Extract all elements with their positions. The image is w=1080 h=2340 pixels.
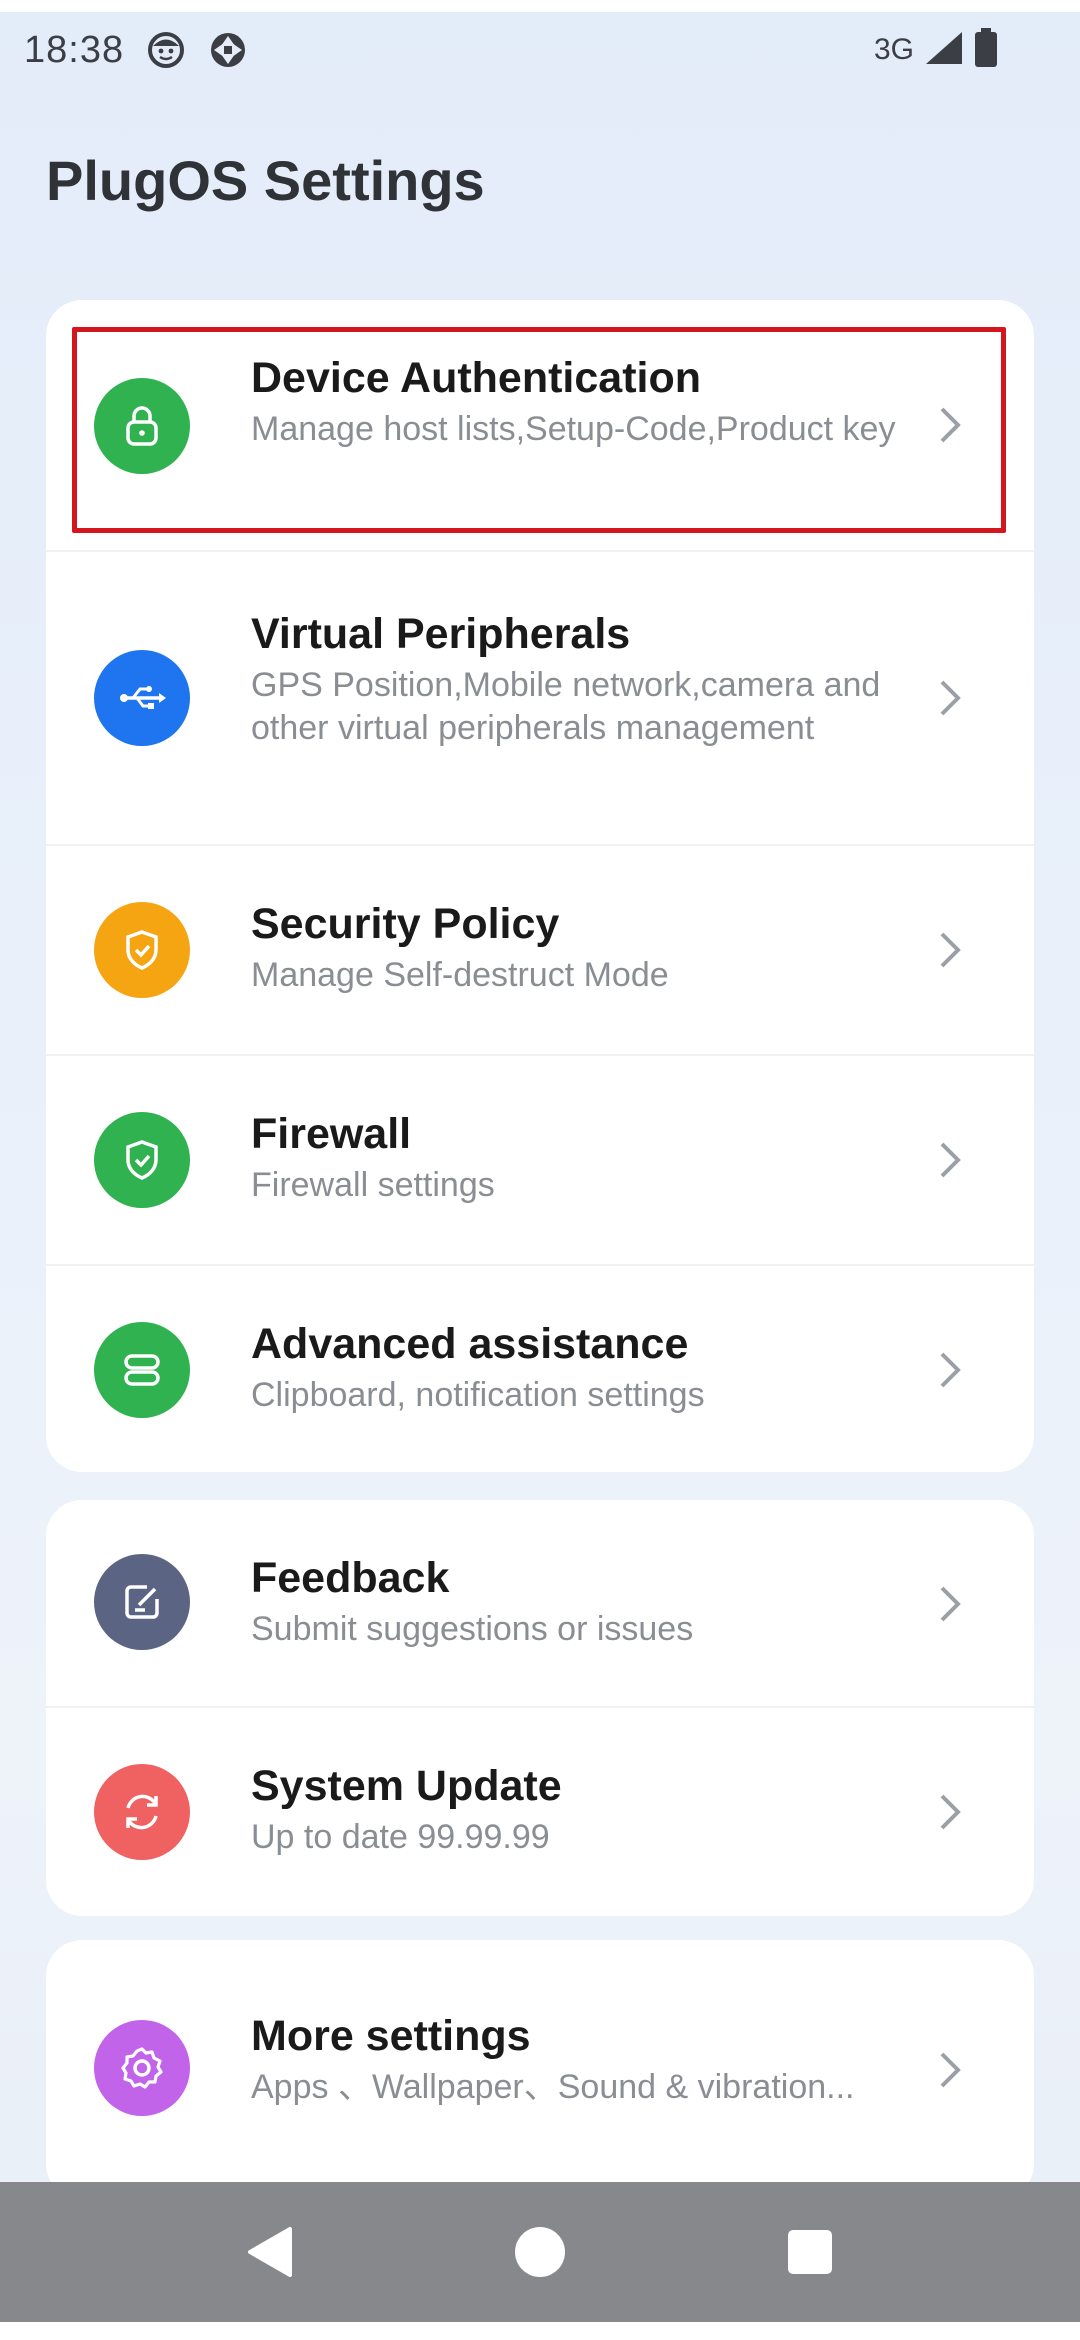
home-icon	[515, 2227, 565, 2277]
item-title: System Update	[251, 1762, 562, 1810]
shield-check-icon	[94, 1112, 190, 1208]
gear-icon	[94, 2020, 190, 2116]
more-settings-item[interactable]: More settings Apps 、Wallpaper、Sound & vi…	[46, 1940, 1034, 2200]
item-title: More settings	[251, 2012, 531, 2060]
system-update-item[interactable]: System Update Up to date 99.99.99	[46, 1708, 1034, 1916]
network-type: 3G	[873, 33, 914, 66]
item-subtitle: Firewall settings	[251, 1166, 495, 1204]
chevron-right-icon	[940, 407, 961, 443]
item-title: Device Authentication	[251, 354, 701, 402]
firewall-item[interactable]: Firewall Firewall settings	[46, 1056, 1034, 1264]
item-subtitle: Manage Self-destruct Mode	[251, 956, 669, 994]
chevron-right-icon	[940, 1352, 961, 1388]
chevron-right-icon	[940, 2052, 961, 2088]
status-bar: 18:38 3G	[0, 12, 1080, 88]
item-title: Advanced assistance	[251, 1320, 689, 1368]
item-subtitle: Submit suggestions or issues	[251, 1610, 694, 1648]
face-notification-icon	[146, 30, 186, 70]
chevron-right-icon	[940, 932, 961, 968]
item-subtitle: Clipboard, notification settings	[251, 1376, 705, 1414]
status-time: 18:38	[24, 28, 125, 71]
back-button[interactable]	[210, 2192, 330, 2312]
item-subtitle: GPS Position,Mobile network,camera and o…	[251, 666, 881, 747]
bottom-strip	[0, 2322, 1080, 2340]
usb-icon	[94, 650, 190, 746]
top-strip	[0, 0, 1080, 12]
settings-group-support: Feedback Submit suggestions or issues Sy…	[46, 1500, 1034, 1916]
advanced-assistance-item[interactable]: Advanced assistance Clipboard, notificat…	[46, 1266, 1034, 1472]
navigation-bar	[0, 2182, 1080, 2322]
virtual-peripherals-item[interactable]: Virtual Peripherals GPS Position,Mobile …	[46, 552, 1034, 844]
battery-icon	[974, 27, 998, 73]
device-authentication-item[interactable]: Device Authentication Manage host lists,…	[46, 300, 1034, 550]
status-right: 3G	[873, 27, 998, 73]
recents-icon	[788, 2230, 832, 2274]
item-title: Virtual Peripherals	[251, 610, 631, 658]
refresh-icon	[94, 1764, 190, 1860]
shield-icon	[94, 902, 190, 998]
item-title: Feedback	[251, 1554, 450, 1602]
item-subtitle: Up to date 99.99.99	[251, 1818, 550, 1856]
feedback-item[interactable]: Feedback Submit suggestions or issues	[46, 1500, 1034, 1706]
toggles-icon	[94, 1322, 190, 1418]
chevron-right-icon	[940, 680, 961, 716]
page-title: PlugOS Settings	[46, 149, 485, 212]
settings-group-more: More settings Apps 、Wallpaper、Sound & vi…	[46, 1940, 1034, 2200]
edit-icon	[94, 1554, 190, 1650]
chevron-right-icon	[940, 1794, 961, 1830]
lock-icon	[94, 378, 190, 474]
item-title: Security Policy	[251, 900, 560, 948]
security-policy-item[interactable]: Security Policy Manage Self-destruct Mod…	[46, 846, 1034, 1054]
item-subtitle: Apps 、Wallpaper、Sound & vibration...	[251, 2068, 855, 2106]
back-icon	[248, 2227, 292, 2277]
item-subtitle: Manage host lists,Setup-Code,Product key	[251, 410, 896, 448]
recents-button[interactable]	[750, 2192, 870, 2312]
sync-notification-icon	[208, 30, 248, 70]
settings-group-main: Device Authentication Manage host lists,…	[46, 300, 1034, 1472]
item-title: Firewall	[251, 1110, 412, 1158]
chevron-right-icon	[940, 1142, 961, 1178]
home-button[interactable]	[480, 2192, 600, 2312]
chevron-right-icon	[940, 1586, 961, 1622]
signal-icon	[924, 30, 964, 71]
